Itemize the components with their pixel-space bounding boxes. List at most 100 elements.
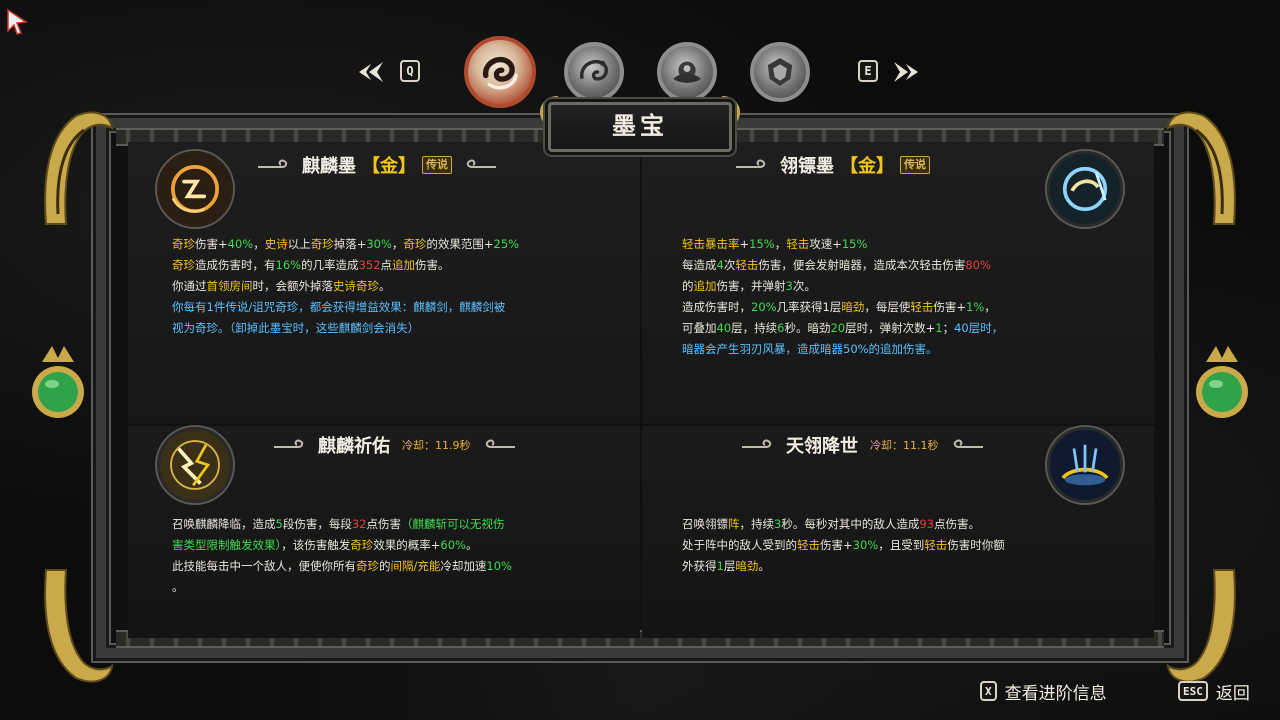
prev-tab-key[interactable]: Q: [400, 60, 420, 82]
description-segment: 轻击: [735, 258, 759, 272]
description-line: 视为奇珍。（卸掉此墨宝时，这些麒麟剑会消失）: [172, 318, 612, 339]
description-line: 造成伤害时，20%几率获得1层暗劲，每层使轻击伤害+1%，: [682, 297, 1122, 318]
item-grade: 金: [380, 156, 398, 177]
description-segment: 层时，弹射次数+: [845, 321, 936, 335]
item-name: 翎镖墨: [780, 156, 834, 177]
description-segment: 造成伤害时，有: [195, 258, 276, 272]
back-key: ESC: [1178, 681, 1208, 701]
frame-corner-ornament-top-right: [1166, 111, 1236, 225]
feather-descent-icon: [1047, 427, 1123, 503]
description-segment: 冷却加速: [440, 559, 487, 573]
description-segment: 15%: [841, 237, 868, 251]
description-segment: 奇珍: [172, 237, 195, 251]
qilin-ink-icon: [157, 151, 233, 227]
frame-corner-ornament-top-left: [44, 111, 114, 225]
description-segment: 25%: [493, 237, 520, 251]
description-segment: 奇珍: [172, 258, 195, 272]
description-segment: 20: [830, 321, 846, 335]
description-segment: 。: [465, 538, 478, 552]
description-segment: 轻击: [797, 538, 820, 552]
description-segment: 暗器会产生羽刃风暴，造成暗器50%的追加伤害。: [682, 342, 938, 356]
prev-tab-arrow-icon[interactable]: [355, 58, 387, 86]
description-segment: 秒。每秒对其中的敌人造成: [781, 517, 920, 531]
description-segment: 30%: [852, 538, 879, 552]
view-advanced-info-button[interactable]: X 查看进阶信息: [980, 678, 1107, 704]
description-segment: ，: [391, 237, 404, 251]
cloud-ornament-icon: [736, 159, 766, 168]
page-title: 墨宝: [548, 102, 732, 152]
description-segment: 1%: [966, 300, 985, 314]
frame-corner-ornament-bottom-right: [1166, 569, 1236, 683]
description-segment: 点伤害。: [933, 517, 980, 531]
cloud-ornament-icon: [742, 439, 772, 448]
lotus-emblem-icon: [673, 61, 701, 83]
description-segment: 轻击暴击率: [682, 237, 740, 251]
description-segment: 伤害。: [415, 258, 450, 272]
next-tab-key[interactable]: E: [858, 60, 878, 82]
item-header-feather-dart-ink: 翎镖墨 【金】 传说: [734, 150, 930, 180]
description-segment: 每造成: [682, 258, 717, 272]
description-segment: 3: [785, 279, 793, 293]
description-segment: 暗劲: [841, 300, 865, 314]
armor-crest-icon: [767, 58, 793, 86]
description-segment: 秒。暗劲: [784, 321, 831, 335]
description-segment: 时，会额外掉落: [252, 279, 334, 293]
item-grade-close: 】: [398, 156, 416, 177]
description-segment: 召唤麒麟降临，造成: [172, 517, 276, 531]
tab-dragon-coil[interactable]: [564, 42, 624, 102]
description-segment: 1: [935, 321, 943, 335]
description-segment: 伤害+: [195, 237, 228, 251]
description-segment: ，持续: [739, 517, 775, 531]
description-segment: 可叠加: [682, 321, 717, 335]
description-segment: 外获得: [682, 559, 717, 573]
skill-header-feather-descent: 天翎降世 冷却：11.1秒: [740, 430, 985, 460]
jade-orb-ornament-right-icon: [1196, 346, 1248, 418]
description-segment: 史诗奇珍: [333, 279, 379, 293]
back-button[interactable]: ESC 返回: [1178, 678, 1250, 704]
description-segment: ，该伤害触发: [281, 538, 351, 552]
dragon-coil-icon: [580, 59, 609, 81]
item-description-qilin-ink: 奇珍伤害+40%，史诗以上奇珍掉落+30%，奇珍的效果范围+25% 奇珍造成伤害时…: [172, 234, 612, 339]
description-line: 。: [172, 577, 602, 598]
tab-armor-crest[interactable]: [750, 42, 810, 102]
description-segment: 你通过: [172, 279, 207, 293]
description-line: 召唤麒麟降临，造成5段伤害，每段32点伤害（麒麟斩可以无视伤: [172, 514, 602, 535]
description-segment: 352: [358, 258, 381, 272]
description-segment: 的: [379, 559, 391, 573]
description-segment: ，每层使: [864, 300, 911, 314]
description-segment: 的几率造成: [301, 258, 359, 272]
skill-cooldown: 冷却：11.9秒: [402, 439, 471, 452]
advanced-info-label: 查看进阶信息: [1004, 683, 1107, 704]
description-segment: 以上: [287, 237, 311, 251]
description-segment: 10%: [486, 559, 512, 573]
next-tab-arrow-icon[interactable]: [890, 58, 922, 86]
item-description-feather-dart-ink: 轻击暴击率+15%，轻击攻速+15% 每造成4次轻击伤害，便会发射暗器，造成本次轻…: [682, 234, 1122, 360]
description-segment: 召唤翎镖: [682, 517, 728, 531]
description-line: 每造成4次轻击伤害，便会发射暗器，造成本次轻击伤害80%: [682, 255, 1122, 276]
description-segment: 40: [716, 321, 732, 335]
description-segment: 的效果范围+: [426, 237, 494, 251]
tab-lotus-emblem[interactable]: [657, 42, 717, 102]
cloud-ornament-icon: [466, 159, 496, 168]
description-segment: 几率获得1层: [776, 300, 842, 314]
description-segment: 32: [351, 517, 367, 531]
description-line: 外获得1层暗劲。: [682, 556, 1122, 577]
cloud-ornament-icon: [258, 159, 288, 168]
description-segment: 首领房间: [206, 279, 253, 293]
description-segment: 93: [919, 517, 934, 531]
description-segment: 次。: [792, 279, 816, 293]
description-segment: 40%: [227, 237, 254, 251]
description-segment: 1: [716, 559, 724, 573]
skill-name: 麒麟祈佑: [318, 436, 390, 457]
item-grade: 金: [858, 156, 876, 177]
description-segment: 层，持续: [731, 321, 778, 335]
tab-ink-swirl[interactable]: [464, 36, 536, 108]
description-line: 处于阵中的敌人受到的轻击伤害+30%，且受到轻击伤害时你额: [682, 535, 1122, 556]
description-segment: 点: [380, 258, 393, 272]
description-segment: 5: [275, 517, 283, 531]
description-segment: 奇珍: [356, 559, 379, 573]
skill-description-feather-descent: 召唤翎镖阵，持续3秒。每秒对其中的敌人造成93点伤害。 处于阵中的敌人受到的轻击伤…: [682, 514, 1122, 577]
skill-cooldown: 冷却：11.1秒: [870, 439, 939, 452]
description-segment: 。: [758, 559, 770, 573]
item-grade-open: 【: [362, 156, 380, 177]
